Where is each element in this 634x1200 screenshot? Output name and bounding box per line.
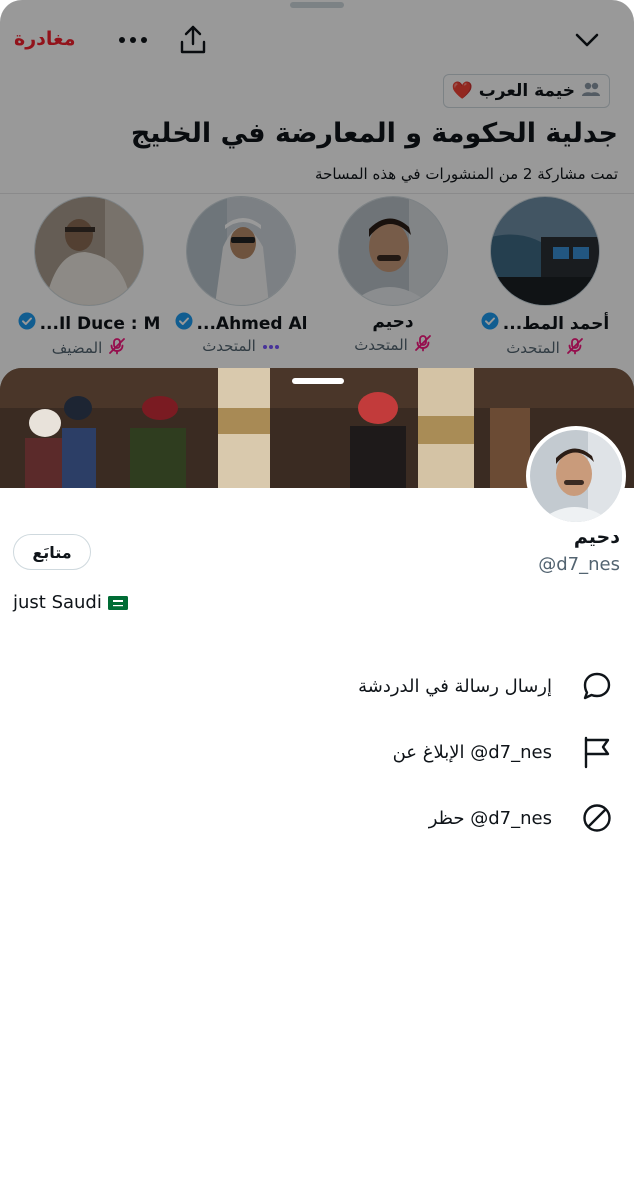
profile-bio: just Saudi 🇸🇦 — [13, 592, 128, 613]
profile-name: دحيم — [573, 526, 620, 548]
sheet-drag-handle[interactable] — [292, 378, 344, 384]
mic-muted-icon — [566, 337, 584, 359]
participant-card[interactable]: Ahmed Al... المتحدث — [166, 196, 316, 355]
block-user-action[interactable]: حظر @d7_nes — [214, 798, 614, 838]
action-label: إرسال رسالة في الدردشة — [358, 675, 552, 697]
avatar[interactable] — [526, 426, 626, 526]
avatar — [34, 196, 144, 306]
profile-handle: @d7_nes — [538, 554, 620, 575]
participant-name: Il Duce : M... — [39, 313, 161, 334]
space-subtitle[interactable]: تمت مشاركة 2 من المنشورات في هذه المساحة — [315, 165, 618, 183]
community-people-icon — [581, 81, 601, 102]
send-chat-message-action[interactable]: إرسال رسالة في الدردشة — [214, 666, 614, 706]
participant-role: المتحدث — [506, 339, 560, 357]
speaking-dots-icon — [262, 337, 280, 355]
participant-role: المتحدث — [354, 336, 408, 354]
block-icon — [580, 801, 614, 835]
community-chip[interactable]: خيمة العرب ❤️ — [442, 74, 610, 108]
participant-card[interactable]: دحيم المتحدث — [318, 196, 468, 356]
drag-handle[interactable] — [290, 2, 344, 8]
chat-bubble-icon — [580, 669, 614, 703]
more-horizontal-icon[interactable] — [118, 30, 148, 54]
participant-name: Ahmed Al... — [196, 313, 308, 334]
divider — [0, 193, 634, 194]
bio-text: just Saudi — [13, 592, 102, 613]
mic-muted-icon — [108, 337, 126, 359]
community-name: خيمة العرب — [478, 81, 575, 101]
space-title: جدلية الحكومة و المعارضة في الخليج — [130, 118, 618, 149]
participant-role: المضيف — [51, 339, 103, 357]
avatar — [490, 196, 600, 306]
participant-card[interactable]: Il Duce : M... المضيف — [14, 196, 164, 359]
avatar — [338, 196, 448, 306]
report-user-action[interactable]: الإبلاغ عن @d7_nes — [214, 732, 614, 772]
action-label: حظر @d7_nes — [428, 807, 552, 829]
participant-name: دحيم — [372, 312, 414, 332]
saudi-flag-emoji — [107, 595, 128, 610]
avatar — [186, 196, 296, 306]
heart-emoji: ❤️ — [451, 81, 473, 101]
participant-name: أحمد المط... — [502, 313, 610, 334]
chevron-down-icon[interactable] — [574, 30, 600, 54]
mic-muted-icon — [414, 334, 432, 356]
participant-role: المتحدث — [202, 337, 256, 355]
verified-badge-icon — [18, 312, 36, 335]
following-button[interactable]: متابَع — [13, 534, 91, 570]
space-panel: مغادرة خيمة العرب ❤️ جدلية الحكومة و الم… — [0, 0, 634, 420]
action-label: الإبلاغ عن @d7_nes — [392, 741, 552, 763]
share-upload-icon[interactable] — [178, 24, 208, 60]
leave-button[interactable]: مغادرة — [14, 28, 76, 50]
participant-card[interactable]: أحمد المط... المتحدث — [470, 196, 620, 359]
verified-badge-icon — [175, 312, 193, 335]
verified-badge-icon — [481, 312, 499, 335]
flag-icon — [580, 735, 614, 769]
